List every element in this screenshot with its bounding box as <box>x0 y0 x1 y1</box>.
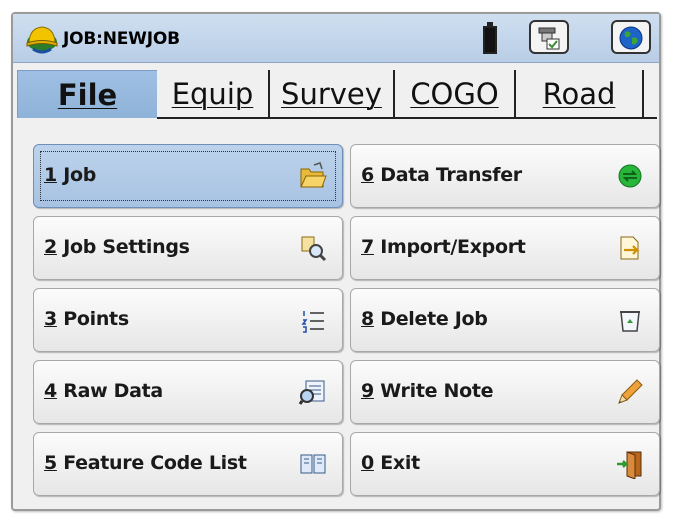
numbered-list-icon <box>301 311 324 333</box>
menu-job-settings-label: 2 Job Settings <box>44 236 190 258</box>
menu-data-transfer-label: 6 Data Transfer <box>361 164 522 186</box>
globe-icon <box>619 26 643 50</box>
tab-road[interactable]: Road <box>516 70 644 118</box>
job-title: JOB:NEWJOB <box>63 29 180 49</box>
app-window: JOB:NEWJOB File Equip Survey COGO Road 1… <box>11 12 661 511</box>
battery-icon <box>483 22 497 54</box>
menu-write-note-label: 9 Write Note <box>361 380 494 402</box>
menu-exit-button[interactable]: 0 Exit <box>350 432 660 496</box>
tab-survey[interactable]: Survey <box>270 70 395 118</box>
menu-job-button[interactable]: 1 Job <box>33 144 343 208</box>
title-bar: JOB:NEWJOB <box>13 14 659 63</box>
menu-feature-code-list-label: 5 Feature Code List <box>44 452 247 474</box>
tab-bar: File Equip Survey COGO Road <box>17 70 657 118</box>
menu-raw-data-label: 4 Raw Data <box>44 380 163 402</box>
menu-delete-job-button[interactable]: 8 Delete Job <box>350 288 660 352</box>
data-inspect-icon <box>298 380 325 405</box>
transfer-globe-icon <box>618 164 642 188</box>
instrument-icon <box>538 27 560 50</box>
book-icon <box>300 454 326 474</box>
open-folder-icon <box>300 162 327 188</box>
tab-equip[interactable]: Equip <box>157 70 270 118</box>
exit-door-icon <box>617 451 642 479</box>
menu-job-settings-button[interactable]: 2 Job Settings <box>33 216 343 280</box>
menu-points-button[interactable]: 3 Points <box>33 288 343 352</box>
globe-button[interactable] <box>611 20 651 54</box>
menu-raw-data-button[interactable]: 4 Raw Data <box>33 360 343 424</box>
file-export-icon <box>620 236 640 260</box>
menu-feature-code-list-button[interactable]: 5 Feature Code List <box>33 432 343 496</box>
tab-cogo[interactable]: COGO <box>395 70 516 118</box>
tab-divider <box>157 117 657 119</box>
menu-points-label: 3 Points <box>44 308 129 330</box>
hardhat-logo-icon[interactable] <box>25 22 59 56</box>
menu-write-note-button[interactable]: 9 Write Note <box>350 360 660 424</box>
menu-data-transfer-button[interactable]: 6 Data Transfer <box>350 144 660 208</box>
menu-import-export-button[interactable]: 7 Import/Export <box>350 216 660 280</box>
menu-job-label: 1 Job <box>44 164 97 186</box>
settings-magnifier-icon <box>301 236 327 262</box>
pencil-icon <box>618 379 643 404</box>
recycle-bin-icon <box>620 311 640 332</box>
instrument-button[interactable] <box>529 20 569 54</box>
tab-file[interactable]: File <box>17 70 157 118</box>
menu-delete-job-label: 8 Delete Job <box>361 308 488 330</box>
menu-import-export-label: 7 Import/Export <box>361 236 526 258</box>
menu-exit-label: 0 Exit <box>361 452 420 474</box>
